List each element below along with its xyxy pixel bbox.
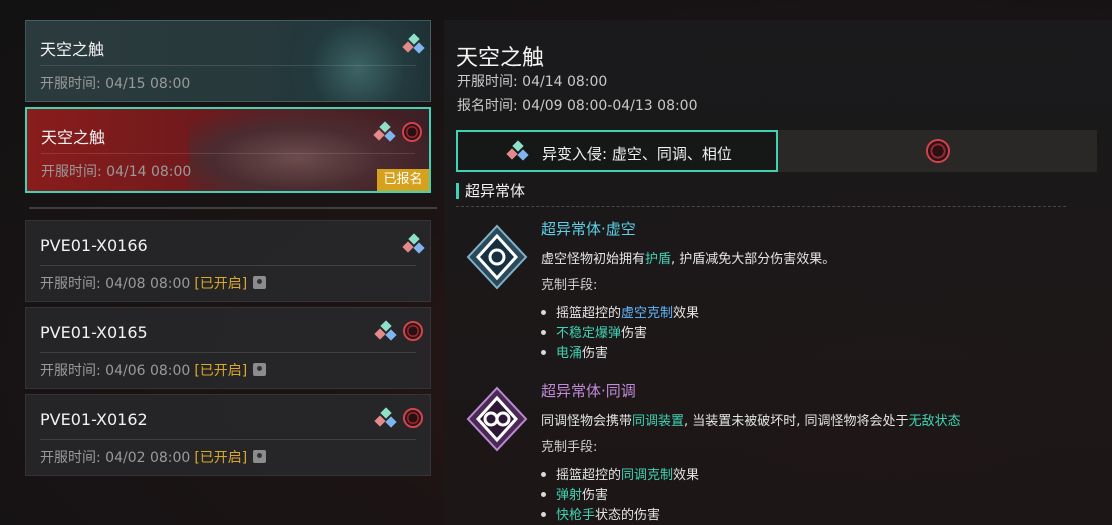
detail-signup-time: 报名时间: 04/09 08:00-04/13 08:00 bbox=[457, 98, 698, 114]
item-text: 摇篮超控的 bbox=[556, 306, 622, 321]
lock-icon bbox=[253, 450, 267, 463]
entry-description: 同调怪物会携带同调装置, 当装置未被破坏时, 同调怪物将会处于无敌状态 bbox=[541, 410, 961, 429]
anomaly-shards-icon bbox=[402, 33, 425, 55]
crimson-ring-icon bbox=[403, 321, 423, 341]
counter-item: 电涌伤害 bbox=[541, 342, 608, 361]
open-status: [已开启] bbox=[194, 450, 248, 466]
event-detail-panel: 天空之触 开服时间: 04/14 08:00 报名时间: 04/09 08:00… bbox=[444, 20, 1112, 525]
item-highlight: 快枪手 bbox=[556, 508, 596, 523]
open-status: [已开启] bbox=[194, 276, 248, 292]
event-title: 天空之触 bbox=[40, 40, 105, 59]
anomaly-shards-icon bbox=[374, 407, 397, 429]
desc-text: 虚空怪物初始拥有 bbox=[541, 252, 646, 267]
divider bbox=[41, 153, 415, 154]
event-title: PVE01-X0165 bbox=[40, 323, 148, 342]
desc-highlight: 无敌状态 bbox=[908, 414, 961, 429]
anomaly-shards-icon bbox=[373, 121, 396, 143]
desc-text: , 护盾减免大部分伤害效果。 bbox=[671, 252, 836, 267]
desc-highlight: 护盾 bbox=[645, 252, 672, 267]
item-highlight: 电涌 bbox=[556, 346, 583, 361]
desc-text: 同调怪物会携带 bbox=[541, 414, 633, 429]
event-time: 开服时间: 04/15 08:00 bbox=[40, 76, 191, 92]
crimson-ring-icon bbox=[403, 408, 423, 428]
event-card-4[interactable]: PVE01-X0165 开服时间: 04/06 08:00 [已开启] bbox=[25, 307, 431, 389]
crimson-ring-icon bbox=[926, 139, 950, 163]
void-hex-icon bbox=[466, 224, 528, 290]
item-highlight: 不稳定爆弹 bbox=[556, 326, 622, 341]
desc-text: , 当装置未被破坏时, 同调怪物将会处于 bbox=[684, 414, 909, 429]
anomaly-shards-icon bbox=[402, 233, 425, 255]
event-time: 开服时间: 04/14 08:00 bbox=[41, 164, 192, 180]
event-title: PVE01-X0162 bbox=[40, 410, 148, 429]
event-time: 开服时间: 04/02 08:00 [已开启] bbox=[40, 447, 267, 467]
event-card-2-selected[interactable]: 天空之触 开服时间: 04/14 08:00 已报名 bbox=[25, 107, 431, 193]
event-title: 天空之触 bbox=[41, 128, 106, 147]
event-time-text: 开服时间: 04/02 08:00 bbox=[40, 450, 191, 466]
entry-description: 虚空怪物初始拥有护盾, 护盾减免大部分伤害效果。 bbox=[541, 248, 835, 267]
item-text: 伤害 bbox=[621, 326, 648, 341]
anomaly-tabs: 异变入侵: 虚空、同调、相位 bbox=[456, 130, 1097, 172]
counter-item: 摇篮超控的同调克制效果 bbox=[541, 464, 699, 483]
divider bbox=[40, 265, 416, 266]
event-time: 开服时间: 04/06 08:00 [已开启] bbox=[40, 360, 267, 380]
counter-item: 不稳定爆弹伤害 bbox=[541, 322, 647, 341]
counter-label: 克制手段: bbox=[541, 440, 598, 455]
divider bbox=[40, 439, 416, 440]
item-text: 效果 bbox=[673, 468, 700, 483]
detail-open-time: 开服时间: 04/14 08:00 bbox=[457, 74, 608, 90]
divider bbox=[40, 352, 416, 353]
item-text: 伤害 bbox=[582, 346, 609, 361]
anomaly-shards-icon bbox=[374, 320, 397, 342]
event-card-1[interactable]: 天空之触 开服时间: 04/15 08:00 bbox=[25, 20, 431, 102]
event-time: 开服时间: 04/08 08:00 [已开启] bbox=[40, 273, 267, 293]
item-text: 伤害 bbox=[582, 488, 609, 503]
entry-title: 超异常体·同调 bbox=[541, 382, 636, 400]
event-time-text: 开服时间: 04/08 08:00 bbox=[40, 276, 191, 292]
item-highlight: 弹射 bbox=[556, 488, 583, 503]
anomaly-shards-icon bbox=[506, 140, 529, 162]
tab-anomaly-invasion[interactable]: 异变入侵: 虚空、同调、相位 bbox=[456, 130, 778, 172]
event-art bbox=[250, 21, 430, 101]
lock-icon bbox=[253, 276, 267, 289]
item-text: 状态的伤害 bbox=[595, 508, 661, 523]
counter-item: 弹射伤害 bbox=[541, 484, 608, 503]
item-text: 效果 bbox=[673, 306, 700, 321]
open-status: [已开启] bbox=[194, 363, 248, 379]
joined-badge: 已报名 bbox=[377, 169, 429, 191]
crimson-ring-icon bbox=[402, 122, 422, 142]
desc-highlight: 同调装置 bbox=[632, 414, 685, 429]
counter-item: 摇篮超控的虚空克制效果 bbox=[541, 302, 699, 321]
sync-hex-icon bbox=[466, 386, 528, 452]
item-highlight: 同调克制 bbox=[621, 468, 674, 483]
counter-item: 快枪手状态的伤害 bbox=[541, 504, 660, 523]
list-divider bbox=[29, 207, 437, 209]
event-title: PVE01-X0166 bbox=[40, 236, 148, 255]
event-card-3[interactable]: PVE01-X0166 开服时间: 04/08 08:00 [已开启] bbox=[25, 220, 431, 302]
divider bbox=[40, 65, 416, 66]
section-divider bbox=[456, 206, 1066, 207]
section-title: 超异常体 bbox=[456, 183, 525, 199]
tab-label: 异变入侵: 虚空、同调、相位 bbox=[542, 145, 732, 163]
item-highlight: 虚空克制 bbox=[621, 306, 674, 321]
event-card-5[interactable]: PVE01-X0162 开服时间: 04/02 08:00 [已开启] bbox=[25, 394, 431, 476]
item-text: 摇篮超控的 bbox=[556, 468, 622, 483]
entry-title: 超异常体·虚空 bbox=[541, 220, 636, 238]
event-time-text: 开服时间: 04/06 08:00 bbox=[40, 363, 191, 379]
detail-title: 天空之触 bbox=[456, 46, 545, 71]
lock-icon bbox=[253, 363, 267, 376]
counter-label: 克制手段: bbox=[541, 278, 598, 293]
